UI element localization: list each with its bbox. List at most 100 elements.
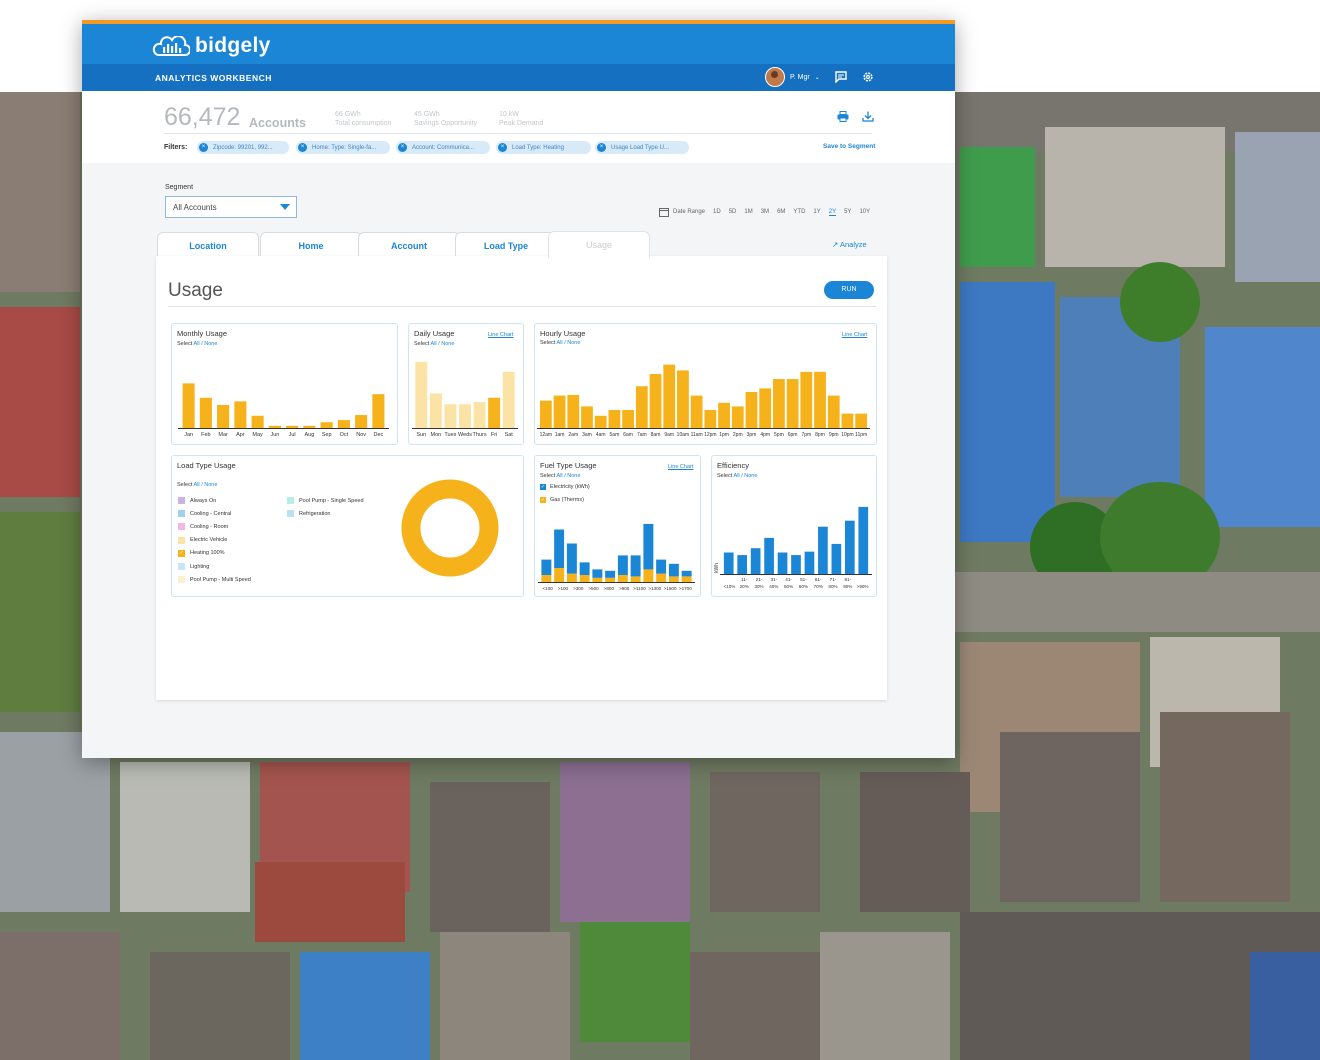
bar[interactable]: [199, 397, 212, 428]
legend-item[interactable]: Refrigeration: [287, 507, 364, 520]
select-none-link[interactable]: None: [441, 341, 454, 347]
select-none-link[interactable]: None: [204, 482, 217, 488]
tab-load-type[interactable]: Load Type: [455, 232, 557, 257]
bar[interactable]: [800, 371, 813, 428]
bar[interactable]: [855, 413, 868, 428]
bar[interactable]: [635, 386, 648, 428]
bar-electricity[interactable]: [668, 563, 679, 577]
line-chart-link[interactable]: Line Chart: [488, 332, 513, 338]
select-all-link[interactable]: All: [431, 341, 437, 347]
select-none-link[interactable]: None: [567, 473, 580, 479]
bar-electricity[interactable]: [617, 555, 628, 575]
legend-item[interactable]: Pool Pump - Multi Speed: [178, 573, 251, 586]
select-none-link[interactable]: None: [567, 340, 580, 346]
bar[interactable]: [759, 388, 772, 428]
bar[interactable]: [791, 555, 801, 574]
bar[interactable]: [723, 552, 734, 575]
bar[interactable]: [488, 397, 501, 428]
bar[interactable]: [581, 406, 593, 428]
tab-usage[interactable]: Usage: [548, 231, 650, 258]
bar[interactable]: [814, 371, 826, 428]
bar-gas[interactable]: [592, 577, 603, 582]
legend-item[interactable]: Always On: [178, 494, 251, 507]
line-chart-link[interactable]: Line Chart: [668, 464, 693, 470]
bar-electricity[interactable]: [681, 570, 692, 577]
bar[interactable]: [718, 402, 730, 428]
range-option[interactable]: 5Y: [844, 209, 851, 215]
filter-chip-account[interactable]: × Account: Communica...: [396, 141, 490, 154]
bar[interactable]: [608, 410, 621, 428]
bar-gas[interactable]: [579, 575, 590, 582]
gear-icon[interactable]: [862, 71, 874, 86]
bar-electricity[interactable]: [605, 570, 616, 578]
bar[interactable]: [502, 371, 515, 428]
bar[interactable]: [750, 548, 761, 574]
close-icon[interactable]: ×: [398, 143, 407, 152]
bar[interactable]: [773, 379, 785, 428]
bar-electricity[interactable]: [566, 543, 577, 574]
range-option[interactable]: 1Y: [813, 209, 820, 215]
electricity-checkbox[interactable]: ✓ Electricity (kWh): [540, 484, 590, 490]
bar[interactable]: [415, 361, 428, 428]
filter-chip-usage-load-type[interactable]: × Usage Load Type U...: [595, 141, 689, 154]
bar-electricity[interactable]: [541, 559, 552, 575]
range-option[interactable]: 6M: [777, 209, 785, 215]
chat-icon[interactable]: [835, 71, 847, 86]
legend-item[interactable]: Cooling - Central: [178, 507, 251, 520]
bar[interactable]: [444, 404, 457, 428]
bar[interactable]: [731, 406, 744, 428]
segment-select[interactable]: All Accounts: [165, 196, 297, 218]
bar[interactable]: [786, 379, 799, 428]
bar[interactable]: [217, 404, 230, 428]
bar[interactable]: [704, 410, 717, 428]
bar[interactable]: [567, 394, 580, 428]
range-option-selected[interactable]: 2Y: [828, 209, 837, 216]
close-icon[interactable]: ×: [199, 143, 208, 152]
bar[interactable]: [831, 543, 842, 574]
filter-chip-home-type[interactable]: × Home: Type: Single-fa...: [296, 141, 390, 154]
bar[interactable]: [827, 395, 840, 428]
bar[interactable]: [268, 425, 281, 428]
bar-gas[interactable]: [566, 573, 577, 582]
bar-electricity[interactable]: [554, 529, 565, 569]
bar-electricity[interactable]: [630, 555, 641, 577]
select-all-link[interactable]: All: [194, 482, 200, 488]
brand-logo[interactable]: bidgely: [152, 34, 271, 58]
bar-electricity[interactable]: [579, 562, 590, 575]
bar-gas[interactable]: [643, 569, 654, 582]
gas-checkbox[interactable]: ✓ Gas (Therms): [540, 497, 584, 503]
bar[interactable]: [737, 555, 748, 574]
analyze-link[interactable]: ↗ Analyze: [832, 240, 867, 249]
close-icon[interactable]: ×: [498, 143, 507, 152]
calendar-icon[interactable]: [659, 207, 669, 217]
bar-gas[interactable]: [656, 573, 667, 582]
bar-electricity[interactable]: [643, 523, 654, 570]
bar[interactable]: [429, 393, 442, 428]
legend-item[interactable]: Lighting: [178, 560, 251, 573]
run-button[interactable]: RUN: [824, 281, 874, 299]
bar[interactable]: [372, 394, 385, 428]
bar-gas[interactable]: [605, 577, 616, 582]
save-to-segment-link[interactable]: Save to Segment: [823, 143, 875, 150]
select-all-link[interactable]: All: [557, 340, 563, 346]
bar-electricity[interactable]: [656, 559, 667, 574]
tab-home[interactable]: Home: [260, 232, 362, 257]
bar[interactable]: [804, 551, 815, 574]
tab-account[interactable]: Account: [358, 232, 460, 257]
legend-item[interactable]: Electric Vehicle: [178, 534, 251, 547]
bar[interactable]: [553, 395, 566, 428]
bar[interactable]: [663, 364, 676, 428]
bar[interactable]: [320, 422, 333, 428]
bar[interactable]: [337, 420, 350, 428]
line-chart-link[interactable]: Line Chart: [842, 332, 867, 338]
bar[interactable]: [303, 425, 316, 428]
bar[interactable]: [622, 410, 634, 428]
bar[interactable]: [677, 370, 689, 428]
range-option[interactable]: 1D: [713, 209, 721, 215]
bar[interactable]: [764, 537, 774, 574]
range-option[interactable]: 5D: [729, 209, 737, 215]
close-icon[interactable]: ×: [597, 143, 606, 152]
bar-gas[interactable]: [668, 576, 679, 582]
legend-item[interactable]: ✓ Heating 100%: [178, 547, 251, 560]
download-icon[interactable]: [862, 111, 874, 125]
